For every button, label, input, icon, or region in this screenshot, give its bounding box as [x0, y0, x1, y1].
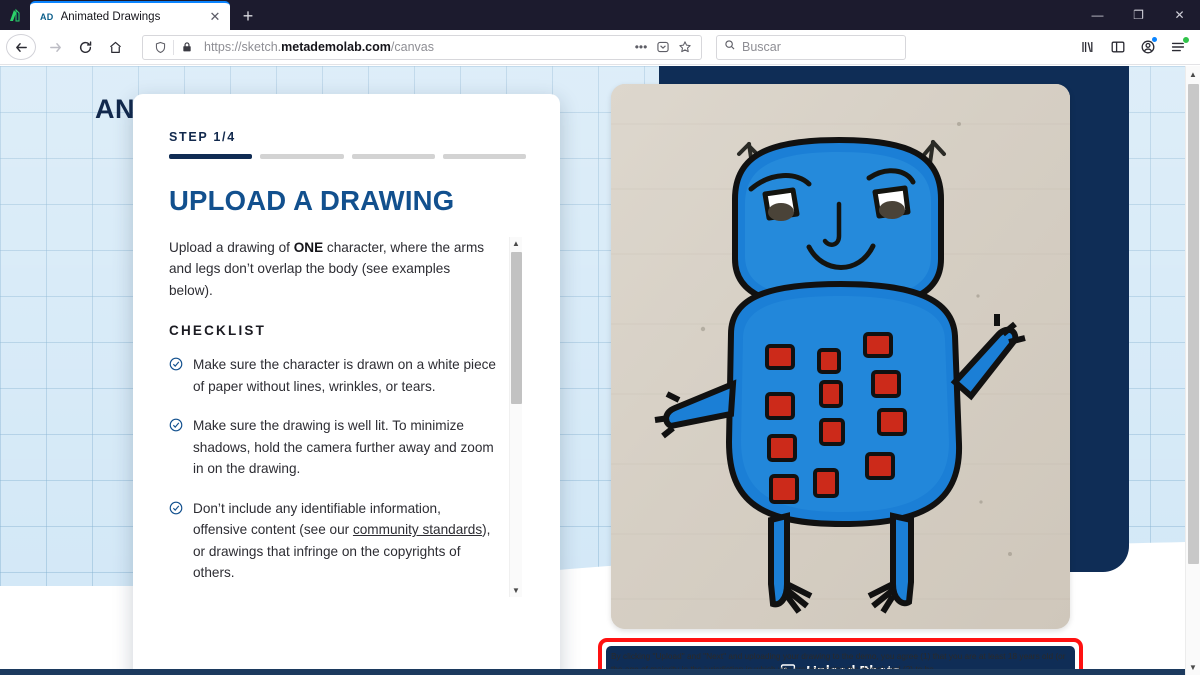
progress-segment-2	[260, 154, 344, 159]
account-icon[interactable]	[1134, 33, 1162, 61]
check-circle-icon	[169, 500, 184, 584]
page-scroll-down-arrow[interactable]: ▼	[1186, 659, 1200, 675]
search-bar[interactable]: Buscar	[716, 34, 906, 60]
modal-scrollbar-thumb[interactable]	[511, 252, 522, 404]
progress-segment-3	[351, 154, 435, 159]
browser-tab[interactable]: AD Animated Drawings ✕	[30, 1, 230, 30]
page-viewport: ANI By clicking "Upload" and "Next" and …	[0, 66, 1200, 675]
progress-segment-1	[169, 154, 253, 159]
search-placeholder: Buscar	[742, 40, 781, 54]
toolbar-right-actions	[1074, 33, 1194, 61]
pocket-icon[interactable]	[653, 37, 673, 57]
modal-scrollbar[interactable]: ▲ ▼	[509, 237, 522, 597]
checklist-item-text: Make sure the drawing is well lit. To mi…	[193, 418, 494, 477]
new-tab-button[interactable]: +	[234, 2, 262, 30]
upload-instructions-modal: STEP 1/4 UPLOAD A DRAWING Upload a drawi…	[133, 94, 560, 675]
minimize-button[interactable]: —	[1077, 0, 1118, 30]
tab-favicon: AD	[40, 11, 54, 22]
star-icon[interactable]	[675, 37, 695, 57]
maximize-button[interactable]: ❐	[1118, 0, 1159, 30]
modal-scrollbar-track[interactable]	[510, 250, 522, 584]
check-circle-icon	[169, 417, 184, 479]
modal-heading: UPLOAD A DRAWING	[169, 185, 455, 216]
page-scrollbar[interactable]: ▲ ▼	[1185, 66, 1200, 675]
check-circle-icon	[169, 356, 184, 397]
address-bar-url: https://sketch.metademolab.com/canvas	[204, 40, 434, 54]
page-scroll-up-arrow[interactable]: ▲	[1186, 66, 1200, 82]
search-icon	[724, 38, 736, 56]
modal-scroll-area[interactable]: Upload a drawing of ONE character, where…	[169, 237, 526, 597]
page-scrollbar-thumb[interactable]	[1188, 84, 1199, 564]
step-label: STEP 1/4	[169, 130, 236, 144]
step-progress-bar	[169, 154, 526, 159]
window-controls: — ❐ ✕	[1077, 0, 1200, 30]
update-available-badge	[1182, 36, 1190, 44]
address-bar[interactable]: https://sketch.metademolab.com/canvas ••…	[142, 34, 702, 60]
checklist-item-text: Don’t include any identifiable informati…	[193, 500, 491, 581]
page-bottom-bar	[0, 669, 1200, 675]
checklist-item: Make sure the character is drawn on a wh…	[169, 354, 496, 397]
drawing-preview-image	[611, 84, 1070, 629]
checklist-item-text: Make sure the character is drawn on a wh…	[193, 357, 496, 394]
ellipsis-icon[interactable]: •••	[631, 37, 651, 57]
sidebar-icon[interactable]	[1104, 33, 1132, 61]
tab-strip: AD Animated Drawings ✕ + — ❐ ✕	[0, 0, 1200, 30]
back-arrow-icon[interactable]	[6, 34, 36, 60]
forward-arrow-icon[interactable]	[40, 32, 70, 62]
home-icon[interactable]	[100, 32, 130, 62]
progress-segment-4	[442, 154, 526, 159]
checklist-item: Make sure the drawing is well lit. To mi…	[169, 415, 496, 479]
tab-title: Animated Drawings	[60, 10, 161, 23]
address-bar-divider	[173, 39, 174, 55]
account-notification-badge	[1152, 37, 1157, 42]
address-bar-actions: •••	[631, 37, 695, 57]
modal-scroll-up-arrow[interactable]: ▲	[510, 237, 522, 250]
navigation-toolbar: https://sketch.metademolab.com/canvas ••…	[0, 30, 1200, 65]
shield-icon[interactable]	[149, 41, 171, 54]
app-logo-icon	[0, 0, 30, 30]
checklist-heading: CHECKLIST	[169, 323, 267, 339]
close-window-button[interactable]: ✕	[1159, 0, 1200, 30]
community-standards-link[interactable]: community standards	[353, 522, 482, 537]
reload-icon[interactable]	[70, 32, 100, 62]
tab-close-icon[interactable]: ✕	[206, 8, 224, 26]
library-icon[interactable]	[1074, 33, 1102, 61]
modal-scroll-down-arrow[interactable]: ▼	[510, 584, 522, 597]
browser-window: AD Animated Drawings ✕ + — ❐ ✕ https://s…	[0, 0, 1200, 675]
hamburger-menu-icon[interactable]	[1164, 33, 1192, 61]
modal-intro-paragraph: Upload a drawing of ONE character, where…	[169, 240, 485, 298]
checklist-item: Don’t include any identifiable informati…	[169, 498, 496, 584]
padlock-icon[interactable]	[176, 41, 198, 53]
